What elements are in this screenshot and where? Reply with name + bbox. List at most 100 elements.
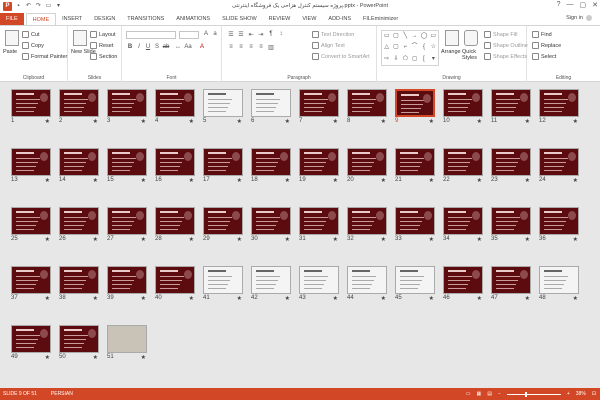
shape-fill-button[interactable]: Shape Fill	[484, 31, 517, 38]
shape-outline-button[interactable]: Shape Outline	[484, 42, 528, 49]
slide-preview[interactable]	[443, 89, 483, 117]
slide-preview[interactable]	[491, 207, 531, 235]
slide-thumbnail[interactable]: 13 ★	[11, 148, 51, 184]
select-button[interactable]: Select	[532, 53, 556, 60]
slide-preview[interactable]	[539, 148, 579, 176]
quick-styles-button[interactable]: Quick Styles	[462, 49, 482, 61]
slide-preview[interactable]	[251, 266, 291, 294]
language-indicator[interactable]: PERSIAN	[51, 391, 73, 397]
text-direction-button[interactable]: Text Direction	[312, 31, 354, 38]
slide-preview[interactable]	[107, 89, 147, 117]
grow-font-icon[interactable]: A	[202, 31, 210, 37]
slide-thumbnail[interactable]: 51 ★	[107, 325, 147, 361]
fit-to-window-icon[interactable]: ⊡	[592, 391, 596, 397]
char-spacing-icon[interactable]: ↔	[174, 44, 182, 50]
slide-thumbnail[interactable]: 7 ★	[299, 89, 339, 125]
slide-preview[interactable]	[539, 207, 579, 235]
slide-preview[interactable]	[59, 148, 99, 176]
callout-shape-icon[interactable]: ◻	[410, 54, 419, 65]
slide-thumbnail[interactable]: 4 ★	[155, 89, 195, 125]
save-icon[interactable]: ▪	[15, 3, 22, 10]
triangle-shape-icon[interactable]: △	[382, 42, 391, 53]
star-shape-icon[interactable]: ☆	[429, 42, 438, 53]
slide-preview[interactable]	[11, 89, 51, 117]
replace-button[interactable]: Replace	[532, 42, 561, 49]
slide-thumbnail[interactable]: 24 ★	[539, 148, 579, 184]
tab-review[interactable]: REVIEW	[263, 13, 297, 25]
slide-thumbnail[interactable]: 37 ★	[11, 266, 51, 302]
decrease-indent-icon[interactable]: ⇤	[247, 31, 255, 38]
slide-thumbnail[interactable]: 50 ★	[59, 325, 99, 361]
slide-preview[interactable]	[11, 207, 51, 235]
italic-icon[interactable]: I	[135, 44, 143, 50]
slide-preview[interactable]	[251, 148, 291, 176]
slide-thumbnail[interactable]: 30 ★	[251, 207, 291, 243]
zoom-out-icon[interactable]: −	[498, 391, 501, 397]
more-shapes-icon[interactable]: ▾	[429, 54, 438, 65]
tab-add-ins[interactable]: ADD-INS	[322, 13, 357, 25]
slide-preview[interactable]	[443, 148, 483, 176]
slide-preview[interactable]	[491, 89, 531, 117]
slide-preview[interactable]	[59, 89, 99, 117]
tab-insert[interactable]: INSERT	[56, 13, 88, 25]
tab-view[interactable]: VIEW	[296, 13, 322, 25]
slide-thumbnail[interactable]: 1 ★	[11, 89, 51, 125]
slide-preview[interactable]	[155, 89, 195, 117]
tab-fileminimizer[interactable]: FILEminimizer	[357, 13, 404, 25]
slide-preview[interactable]	[59, 266, 99, 294]
slide-thumbnail[interactable]: 40 ★	[155, 266, 195, 302]
bullets-icon[interactable]: ☰	[227, 31, 235, 38]
paste-icon[interactable]	[5, 30, 19, 46]
slide-preview[interactable]	[491, 266, 531, 294]
rectangle-shape-icon[interactable]: ▢	[391, 31, 400, 42]
slide-preview[interactable]	[347, 148, 387, 176]
align-left-icon[interactable]: ≡	[227, 44, 235, 50]
slide-preview[interactable]	[107, 266, 147, 294]
slide-thumbnail[interactable]: 28 ★	[155, 207, 195, 243]
slide-thumbnail[interactable]: 11 ★	[491, 89, 531, 125]
slide-thumbnail[interactable]: 5 ★	[203, 89, 243, 125]
font-name-combo[interactable]	[126, 31, 176, 39]
slide-preview[interactable]	[59, 325, 99, 353]
numbering-icon[interactable]: ☰	[237, 31, 245, 38]
shapes-gallery[interactable]: ▭ ▢ ╲ → ◯ ▭ △ ▢ ⌐ ⌒{☆ ⇨ ⇩ ⬠ ◻[▾	[381, 30, 439, 66]
sign-in[interactable]: Sign in	[566, 15, 592, 21]
slide-preview[interactable]	[203, 207, 243, 235]
increase-indent-icon[interactable]: ⇥	[257, 31, 265, 38]
reading-view-icon[interactable]: ▤	[487, 391, 492, 397]
format-painter-button[interactable]: Format Painter	[22, 53, 67, 60]
slide-thumbnail[interactable]: 27 ★	[107, 207, 147, 243]
slide-sorter-view-icon[interactable]: ▦	[476, 391, 481, 397]
tab-animations[interactable]: ANIMATIONS	[170, 13, 216, 25]
arrange-icon[interactable]	[445, 30, 459, 46]
slide-thumbnail[interactable]: 43 ★	[299, 266, 339, 302]
elbow-shape-icon[interactable]: ⌐	[401, 42, 410, 53]
oval-shape-icon[interactable]: ◯	[419, 31, 428, 42]
font-color-icon[interactable]: A	[198, 44, 206, 50]
slide-thumbnail[interactable]: 23 ★	[491, 148, 531, 184]
align-center-icon[interactable]: ≡	[237, 44, 245, 50]
normal-view-icon[interactable]: ▭	[466, 391, 471, 397]
customize-qat-icon[interactable]: ▾	[55, 3, 62, 10]
slide-preview[interactable]	[11, 266, 51, 294]
slide-thumbnail[interactable]: 14 ★	[59, 148, 99, 184]
slide-thumbnail[interactable]: 16 ★	[155, 148, 195, 184]
minimize-icon[interactable]: —	[567, 1, 574, 9]
slide-preview[interactable]	[203, 266, 243, 294]
slide-thumbnail[interactable]: 6 ★	[251, 89, 291, 125]
slide-thumbnail[interactable]: 34 ★	[443, 207, 483, 243]
font-size-combo[interactable]	[179, 31, 199, 39]
slide-thumbnail[interactable]: 49 ★	[11, 325, 51, 361]
slide-thumbnail[interactable]: 38 ★	[59, 266, 99, 302]
redo-icon[interactable]: ↷	[35, 3, 42, 10]
line-shape-icon[interactable]: ╲	[401, 31, 410, 42]
slide-preview[interactable]	[539, 266, 579, 294]
start-slideshow-icon[interactable]: ▭	[45, 3, 52, 10]
slide-thumbnail[interactable]: 21 ★	[395, 148, 435, 184]
undo-icon[interactable]: ↶	[25, 3, 32, 10]
slide-thumbnail[interactable]: 41 ★	[203, 266, 243, 302]
slide-thumbnail[interactable]: 22 ★	[443, 148, 483, 184]
slide-preview[interactable]	[203, 148, 243, 176]
slide-thumbnail[interactable]: 12 ★	[539, 89, 579, 125]
section-button[interactable]: Section	[90, 53, 117, 60]
